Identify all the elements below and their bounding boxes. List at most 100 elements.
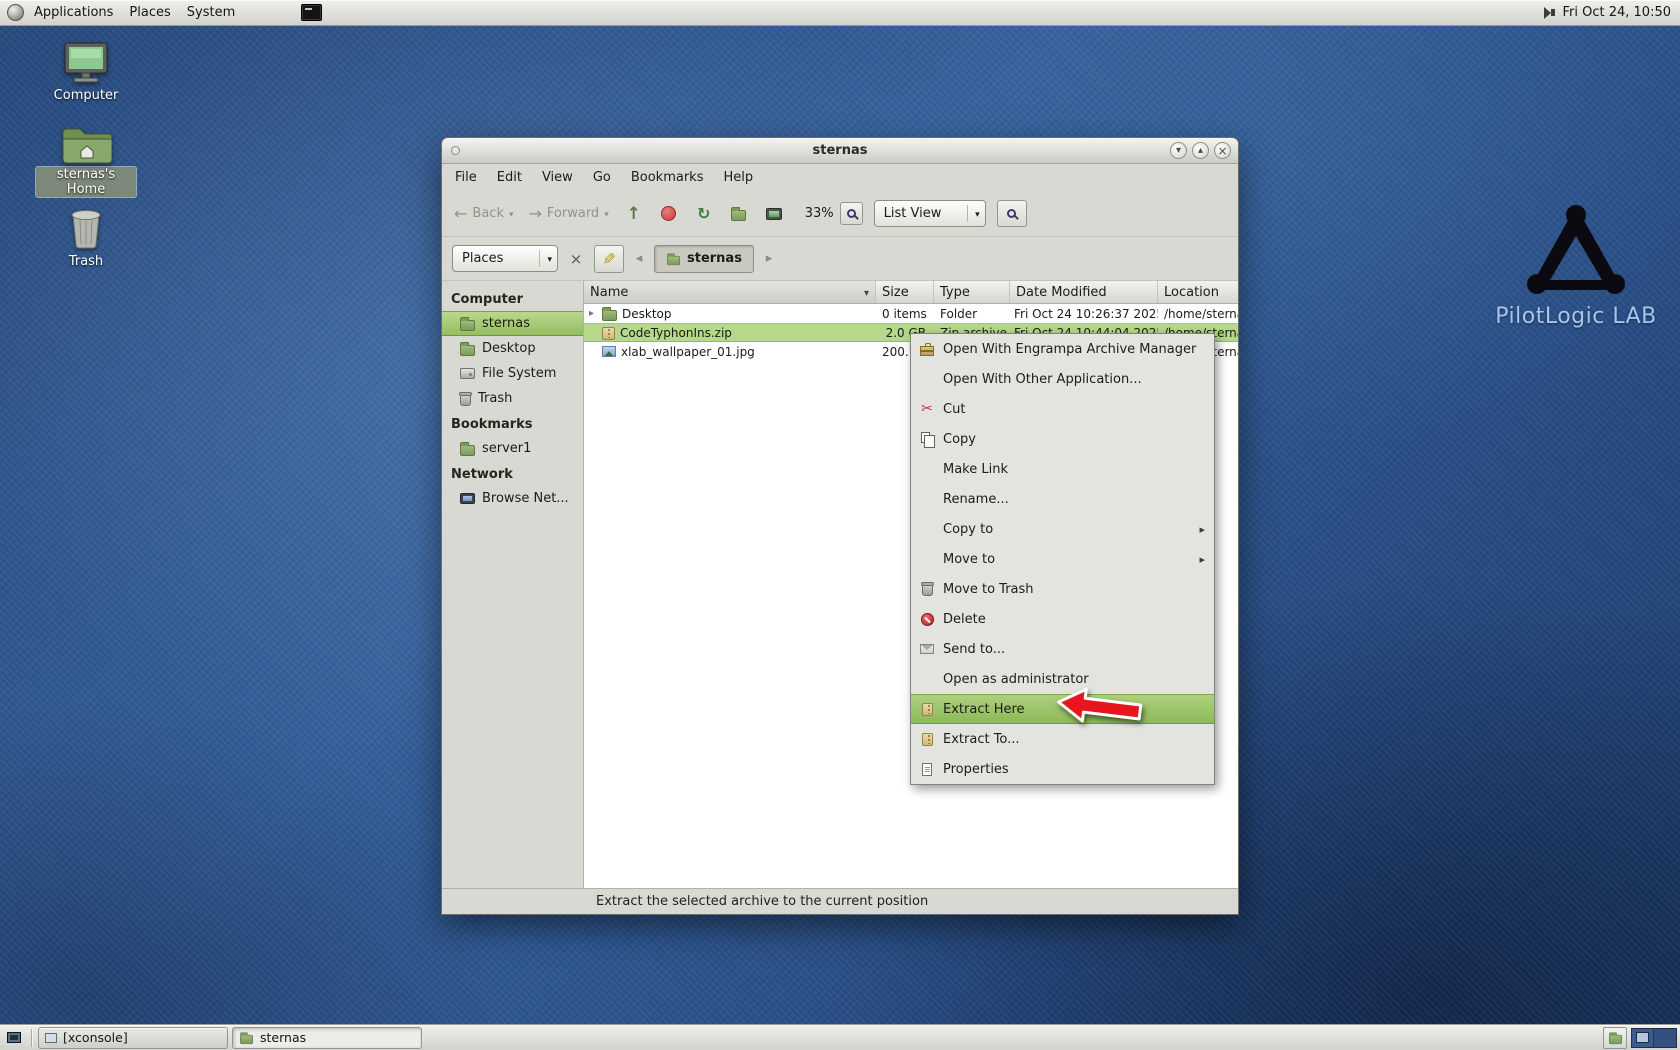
- ctx-move-to[interactable]: Move to: [911, 544, 1214, 574]
- menu-bookmarks[interactable]: Bookmarks: [622, 167, 713, 188]
- ctx-move-to-trash[interactable]: Move to Trash: [911, 574, 1214, 604]
- ctx-open-with-other[interactable]: Open With Other Application...: [911, 364, 1214, 394]
- titlebar[interactable]: sternas: [442, 138, 1238, 164]
- breadcrumb-scroll-right-icon[interactable]: [761, 251, 777, 266]
- ctx-cut[interactable]: Cut: [911, 394, 1214, 424]
- extract-icon: [922, 733, 933, 746]
- close-button[interactable]: [1214, 142, 1231, 159]
- column-label: Name: [590, 285, 628, 300]
- show-desktop-icon: [7, 1032, 21, 1043]
- sidebar-header-network: Network: [442, 461, 583, 486]
- tray-file-manager-icon[interactable]: [1603, 1027, 1627, 1049]
- sidebar-item-trash[interactable]: Trash: [442, 386, 583, 411]
- menu-go[interactable]: Go: [584, 167, 620, 188]
- folder-icon: [460, 345, 475, 356]
- combo-divider: [967, 205, 968, 222]
- column-date-modified[interactable]: Date Modified: [1010, 281, 1158, 303]
- task-label: [xconsole]: [63, 1030, 128, 1045]
- desktop-icon-label: Computer: [50, 88, 123, 103]
- menu-item-label: Send to...: [943, 642, 1205, 657]
- menu-item-label: Open With Other Application...: [943, 372, 1205, 387]
- column-size[interactable]: Size: [876, 281, 934, 303]
- computer-button[interactable]: [760, 199, 788, 229]
- sidebar-item-server1[interactable]: server1: [442, 436, 583, 461]
- task-xconsole[interactable]: [xconsole]: [38, 1027, 228, 1049]
- menu-item-label: Delete: [943, 612, 1205, 627]
- back-history-caret-icon[interactable]: [509, 206, 514, 221]
- column-type[interactable]: Type: [934, 281, 1010, 303]
- up-button[interactable]: [620, 199, 648, 229]
- breadcrumb-scroll-left-icon[interactable]: [631, 251, 647, 266]
- menu-places[interactable]: Places: [121, 0, 178, 25]
- ctx-rename[interactable]: Rename...: [911, 484, 1214, 514]
- edit-location-button[interactable]: [594, 245, 624, 273]
- sidebar-item-sternas[interactable]: sternas: [442, 311, 583, 336]
- menu-file[interactable]: File: [446, 167, 486, 188]
- sidebar-item-label: server1: [482, 441, 531, 456]
- volume-icon[interactable]: [1550, 7, 1555, 19]
- ctx-copy-to[interactable]: Copy to: [911, 514, 1214, 544]
- menu-applications[interactable]: Applications: [26, 0, 121, 25]
- ctx-copy[interactable]: Copy: [911, 424, 1214, 454]
- workspace-1[interactable]: [1632, 1029, 1654, 1047]
- location-bar: Places sternas: [442, 237, 1238, 281]
- breadcrumb[interactable]: sternas: [654, 245, 754, 273]
- menu-edit[interactable]: Edit: [488, 167, 531, 188]
- desktop-icon-trash[interactable]: Trash: [36, 208, 136, 269]
- column-name[interactable]: Name: [584, 281, 876, 303]
- sidebar-item-desktop[interactable]: Desktop: [442, 336, 583, 361]
- menu-help[interactable]: Help: [714, 167, 762, 188]
- ctx-extract-to[interactable]: Extract To...: [911, 724, 1214, 754]
- copy-icon: [921, 432, 930, 443]
- sidebar-item-file-system[interactable]: File System: [442, 361, 583, 386]
- reload-button[interactable]: [690, 199, 718, 229]
- menu-system[interactable]: System: [179, 0, 243, 25]
- workspace-2[interactable]: [1654, 1029, 1676, 1047]
- ctx-open-with-engrampa[interactable]: Open With Engrampa Archive Manager: [911, 334, 1214, 364]
- window-title: sternas: [442, 143, 1238, 158]
- desktop-icon-computer[interactable]: Computer: [36, 42, 136, 103]
- home-button[interactable]: [725, 199, 753, 229]
- distro-menu-icon[interactable]: [7, 4, 24, 21]
- zoom-button[interactable]: [840, 202, 863, 225]
- close-sidepane-button[interactable]: [565, 248, 587, 270]
- desktop-icon-label: sternas's Home: [36, 167, 136, 197]
- folder-icon: [602, 310, 617, 321]
- menu-view[interactable]: View: [533, 167, 582, 188]
- view-mode-select[interactable]: List View: [874, 200, 986, 227]
- ctx-make-link[interactable]: Make Link: [911, 454, 1214, 484]
- terminal-launcher-icon[interactable]: [301, 4, 322, 21]
- column-label: Size: [882, 285, 909, 300]
- desktop-icon-home[interactable]: sternas's Home: [36, 124, 136, 197]
- file-row-desktop[interactable]: Desktop 0 items Folder Fri Oct 24 10:26:…: [584, 304, 1238, 323]
- shade-button[interactable]: [1170, 142, 1187, 159]
- ctx-properties[interactable]: Properties: [911, 754, 1214, 784]
- forward-history-caret-icon[interactable]: [604, 206, 609, 221]
- computer-icon: [766, 208, 782, 220]
- ctx-delete[interactable]: Delete: [911, 604, 1214, 634]
- task-sternas[interactable]: sternas: [232, 1027, 422, 1049]
- menu-item-label: Copy to: [943, 522, 1192, 537]
- column-label: Date Modified: [1016, 285, 1107, 300]
- workspace-switcher[interactable]: [1631, 1028, 1677, 1048]
- zoom-level: 33%: [805, 206, 834, 221]
- zoom-icon: [847, 209, 856, 218]
- sidepane-select[interactable]: Places: [452, 245, 558, 272]
- maximize-button[interactable]: [1192, 142, 1209, 159]
- ctx-send-to[interactable]: Send to...: [911, 634, 1214, 664]
- pilotlogic-logo-icon: [1526, 204, 1626, 294]
- column-location[interactable]: Location: [1158, 281, 1238, 303]
- forward-button[interactable]: Forward: [525, 204, 613, 223]
- top-panel: Applications Places System Fri Oct 24, 1…: [0, 0, 1680, 26]
- sidebar-item-label: Desktop: [482, 341, 536, 356]
- search-icon: [1007, 209, 1016, 218]
- expander-icon[interactable]: [586, 308, 597, 319]
- menu-item-label: Make Link: [943, 462, 1205, 477]
- clock[interactable]: Fri Oct 24, 10:50: [1562, 5, 1671, 20]
- stop-button[interactable]: [655, 199, 683, 229]
- sidebar-item-browse-network[interactable]: Browse Net...: [442, 486, 583, 511]
- show-desktop-button[interactable]: [3, 1028, 25, 1048]
- search-button[interactable]: [997, 200, 1027, 227]
- back-button[interactable]: Back: [450, 204, 518, 223]
- menu-item-label: Rename...: [943, 492, 1205, 507]
